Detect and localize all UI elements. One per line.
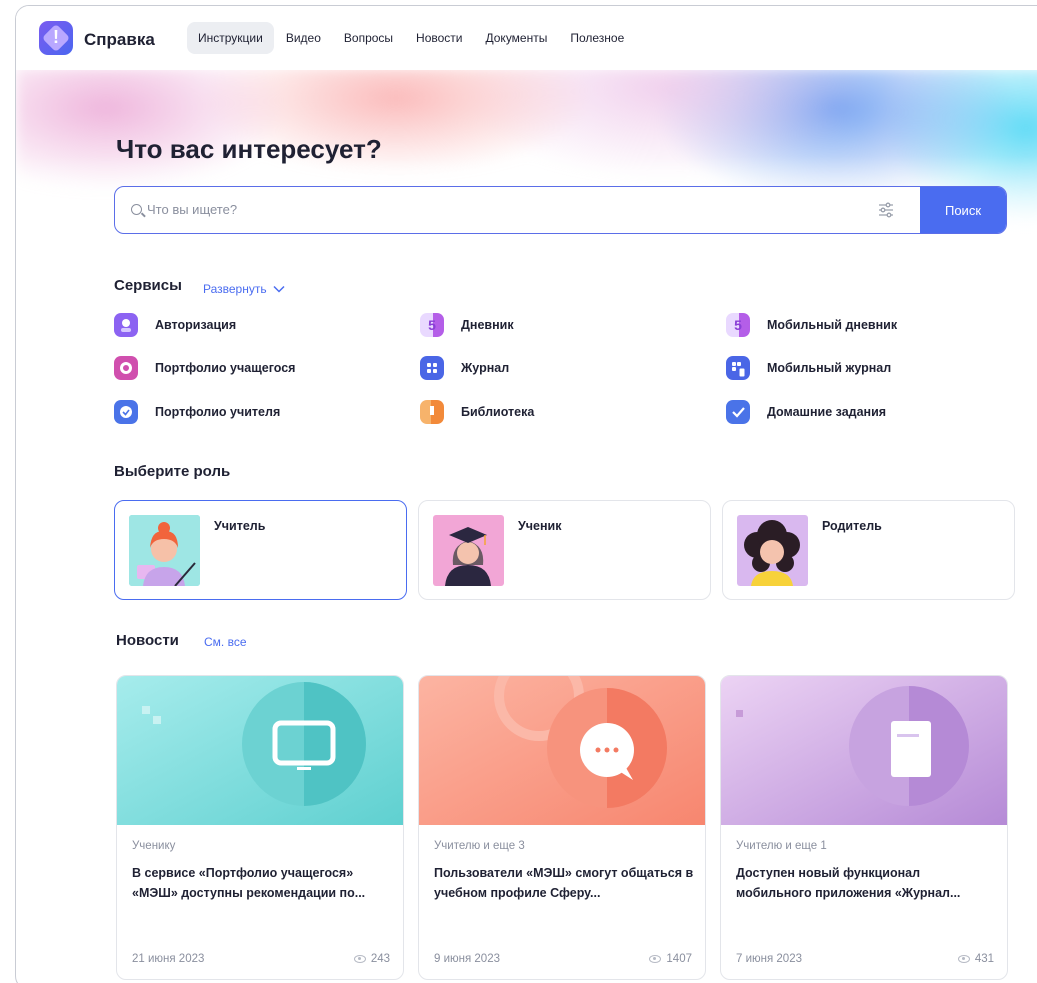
service-label: Портфолио учителя bbox=[155, 405, 281, 419]
eye-icon bbox=[353, 955, 366, 963]
news-views: 243 bbox=[353, 953, 390, 965]
journal-icon bbox=[420, 356, 444, 380]
role-card-parent[interactable]: Родитель bbox=[722, 500, 1015, 600]
nav-item-questions[interactable]: Вопросы bbox=[333, 22, 404, 54]
service-label: Мобильный дневник bbox=[767, 318, 898, 332]
search-button[interactable]: Поиск bbox=[920, 187, 1006, 233]
news-title: Новости bbox=[116, 632, 179, 649]
news-card[interactable]: Учителю и еще 1 Доступен новый функциона… bbox=[720, 675, 1008, 980]
news-headline[interactable]: Пользователи «МЭШ» смогут общаться в уче… bbox=[434, 863, 696, 903]
top-header: ! Справка Инструкции Видео Вопросы Новос… bbox=[16, 6, 1037, 70]
role-label: Учитель bbox=[214, 519, 266, 533]
mobile-journal-icon bbox=[726, 356, 750, 380]
news-card[interactable]: Ученику В сервисе «Портфолио учащегося» … bbox=[116, 675, 404, 980]
service-mobile-diary[interactable]: 5 Мобильный дневник bbox=[726, 313, 897, 337]
service-label: Портфолио учащегося bbox=[155, 361, 296, 375]
eye-icon bbox=[957, 955, 970, 963]
services-expand-link[interactable]: Развернуть bbox=[203, 282, 285, 296]
search-input[interactable] bbox=[147, 187, 847, 232]
roles-title: Выберите роль bbox=[114, 463, 231, 480]
news-date: 21 июня 2023 bbox=[132, 953, 205, 965]
user-icon bbox=[114, 313, 138, 337]
news-headline[interactable]: Доступен новый функционал мобильного при… bbox=[736, 863, 998, 903]
service-auth[interactable]: Авторизация bbox=[114, 313, 236, 337]
service-teacher-portfolio[interactable]: Портфолио учителя bbox=[114, 400, 280, 424]
nav-item-instructions[interactable]: Инструкции bbox=[187, 22, 274, 54]
info-logo-icon[interactable]: ! bbox=[39, 21, 73, 55]
page-title: Что вас интересует? bbox=[116, 134, 382, 164]
news-card[interactable]: Учителю и еще 3 Пользователи «МЭШ» смогу… bbox=[418, 675, 706, 980]
service-label: Авторизация bbox=[155, 318, 237, 332]
service-library[interactable]: Библиотека bbox=[420, 400, 534, 424]
nav-item-documents[interactable]: Документы bbox=[475, 22, 559, 54]
parent-avatar bbox=[737, 515, 808, 586]
service-journal[interactable]: Журнал bbox=[420, 356, 509, 380]
role-label: Родитель bbox=[822, 519, 882, 533]
service-student-portfolio[interactable]: Портфолио учащегося bbox=[114, 356, 295, 380]
search-bar: Поиск bbox=[114, 186, 1007, 234]
news-date: 7 июня 2023 bbox=[736, 953, 802, 965]
homework-check-icon bbox=[726, 400, 750, 424]
service-mobile-journal[interactable]: Мобильный журнал bbox=[726, 356, 891, 380]
nav-item-video[interactable]: Видео bbox=[275, 22, 332, 54]
diary-5-icon: 5 bbox=[420, 313, 444, 337]
news-headline[interactable]: В сервисе «Портфолио учащегося» «МЭШ» до… bbox=[132, 863, 394, 903]
nav-item-useful[interactable]: Полезное bbox=[559, 22, 635, 54]
eye-icon bbox=[649, 955, 662, 963]
services-title: Сервисы bbox=[114, 277, 182, 294]
news-see-all-link[interactable]: См. все bbox=[204, 635, 247, 649]
library-icon bbox=[420, 400, 444, 424]
views-count: 243 bbox=[370, 953, 390, 965]
news-views: 1407 bbox=[649, 953, 692, 965]
portfolio-student-icon bbox=[114, 356, 138, 380]
portfolio-teacher-icon bbox=[114, 400, 138, 424]
news-image bbox=[721, 676, 1007, 825]
service-label: Журнал bbox=[461, 361, 510, 375]
news-category: Учителю и еще 1 bbox=[736, 840, 827, 852]
search-icon bbox=[131, 204, 142, 215]
role-card-teacher[interactable]: Учитель bbox=[114, 500, 407, 600]
news-views: 431 bbox=[957, 953, 994, 965]
service-homework[interactable]: Домашние задания bbox=[726, 400, 886, 424]
news-image bbox=[117, 676, 403, 825]
news-category: Учителю и еще 3 bbox=[434, 840, 525, 852]
filter-settings-icon[interactable] bbox=[877, 201, 895, 219]
service-diary[interactable]: 5 Дневник bbox=[420, 313, 514, 337]
teacher-avatar bbox=[129, 515, 200, 586]
chevron-down-icon bbox=[273, 285, 285, 293]
student-avatar bbox=[433, 515, 504, 586]
role-label: Ученик bbox=[518, 519, 562, 533]
news-image bbox=[419, 676, 705, 825]
service-label: Мобильный журнал bbox=[767, 361, 892, 375]
role-card-student[interactable]: Ученик bbox=[418, 500, 711, 600]
service-label: Библиотека bbox=[461, 405, 535, 419]
nav-item-news[interactable]: Новости bbox=[405, 22, 473, 54]
app-window: ! Справка Инструкции Видео Вопросы Новос… bbox=[15, 5, 1037, 983]
news-category: Ученику bbox=[132, 840, 176, 852]
news-date: 9 июня 2023 bbox=[434, 953, 500, 965]
service-label: Домашние задания bbox=[767, 405, 887, 419]
expand-label: Развернуть bbox=[203, 282, 267, 296]
views-count: 1407 bbox=[666, 953, 692, 965]
main-nav: Инструкции Видео Вопросы Новости Докумен… bbox=[187, 22, 636, 54]
brand-title[interactable]: Справка bbox=[84, 30, 155, 50]
service-label: Дневник bbox=[461, 318, 514, 332]
mobile-diary-icon: 5 bbox=[726, 313, 750, 337]
views-count: 431 bbox=[974, 953, 994, 965]
